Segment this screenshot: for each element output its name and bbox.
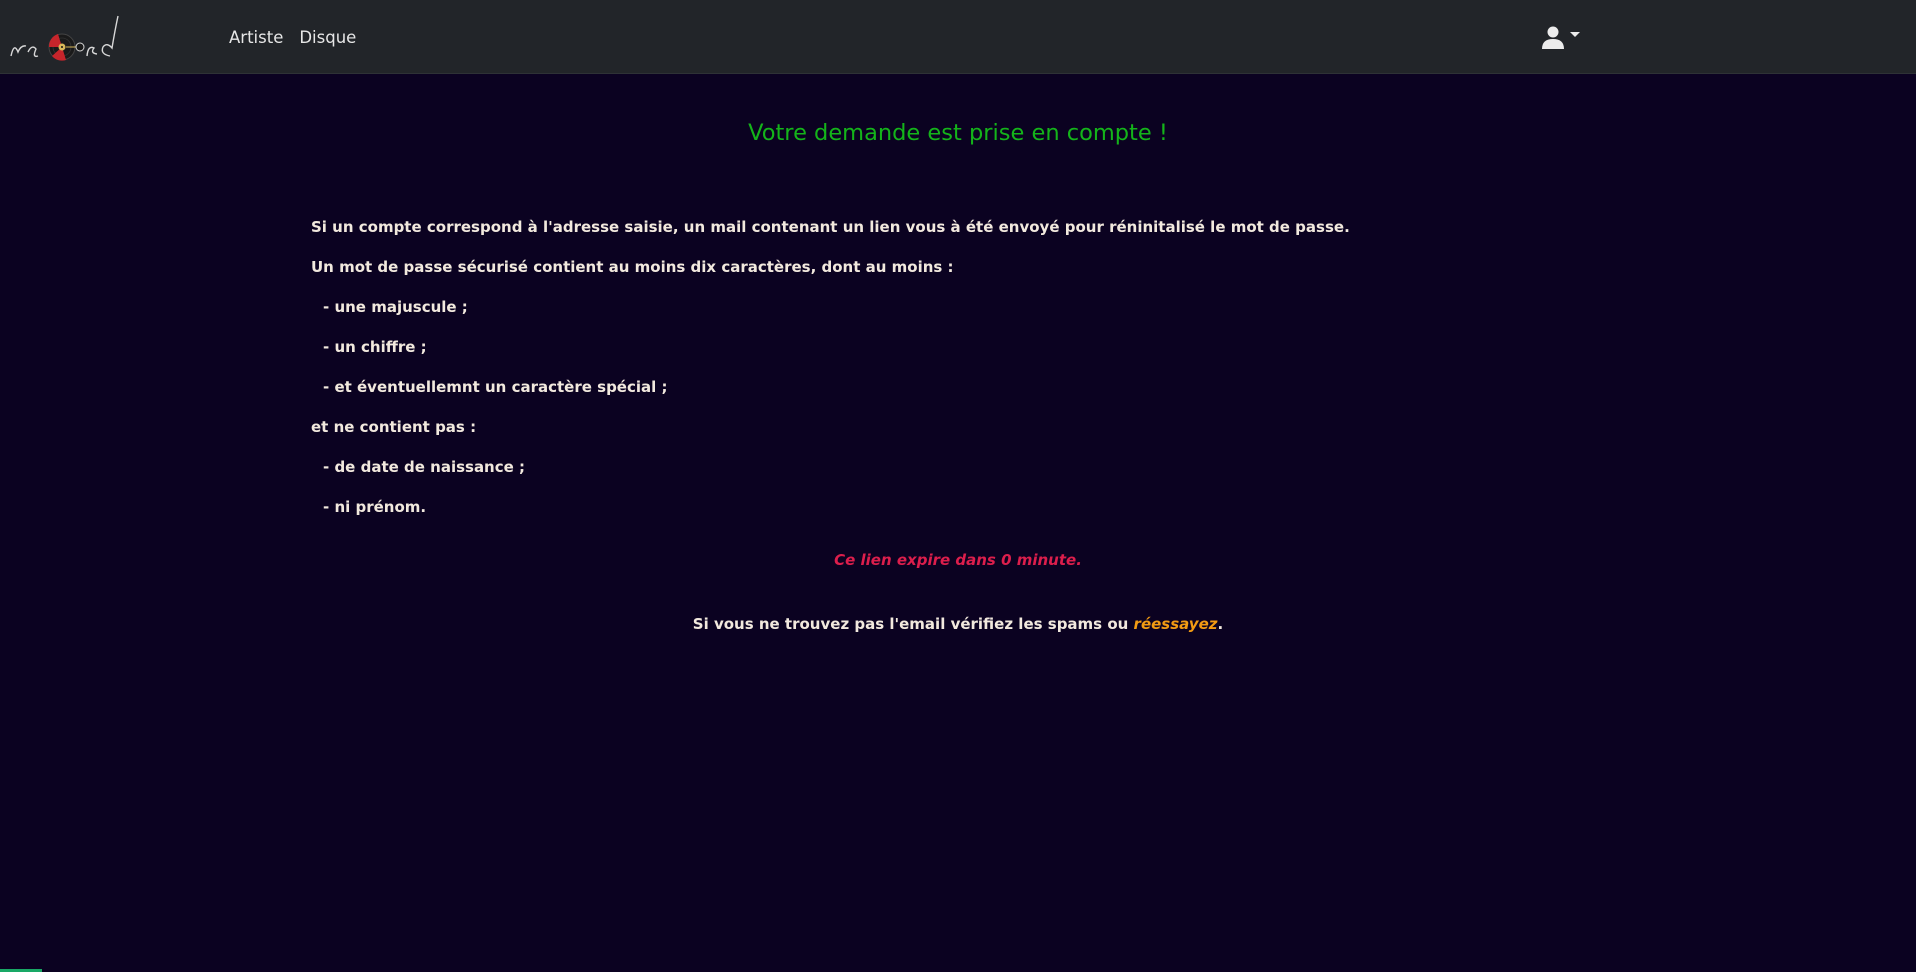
link-expiry-notice: Ce lien expire dans 0 minute. xyxy=(834,551,1082,569)
paragraph-account-notice: Si un compte correspond à l'adresse sais… xyxy=(311,218,1350,236)
chevron-down-icon xyxy=(1570,31,1580,37)
paragraph-excluded: et ne contient pas : xyxy=(311,418,477,436)
retry-link[interactable]: réessayez xyxy=(1134,615,1218,633)
rule-digit: - un chiffre ; xyxy=(323,338,427,356)
nav-links: Artiste Disque xyxy=(229,0,356,74)
rule-no-birthdate: - de date de naissance ; xyxy=(323,458,526,476)
rule-no-firstname: - ni prénom. xyxy=(323,498,427,516)
rule-uppercase: - une majuscule ; xyxy=(323,298,468,316)
main-content: Votre demande est prise en compte ! Si u… xyxy=(0,74,1916,972)
instructions: Si un compte correspond à l'adresse sais… xyxy=(311,207,1350,527)
user-menu-dropdown[interactable] xyxy=(1542,24,1580,50)
nav-link-disque[interactable]: Disque xyxy=(299,28,356,47)
paragraph-password-rules: Un mot de passe sécurisé contient au moi… xyxy=(311,258,954,276)
retry-suffix: . xyxy=(1217,615,1224,633)
record-logo[interactable] xyxy=(8,12,126,64)
retry-notice: Si vous ne trouvez pas l'email vérifiez … xyxy=(0,615,1916,633)
navbar: Artiste Disque xyxy=(0,0,1916,74)
nav-link-artiste[interactable]: Artiste xyxy=(229,28,283,47)
page-title: Votre demande est prise en compte ! xyxy=(748,120,1168,146)
rule-special-char: - et éventuellemnt un caractère spécial … xyxy=(323,378,668,396)
retry-text: Si vous ne trouvez pas l'email vérifiez … xyxy=(692,615,1134,633)
user-icon xyxy=(1542,26,1564,49)
